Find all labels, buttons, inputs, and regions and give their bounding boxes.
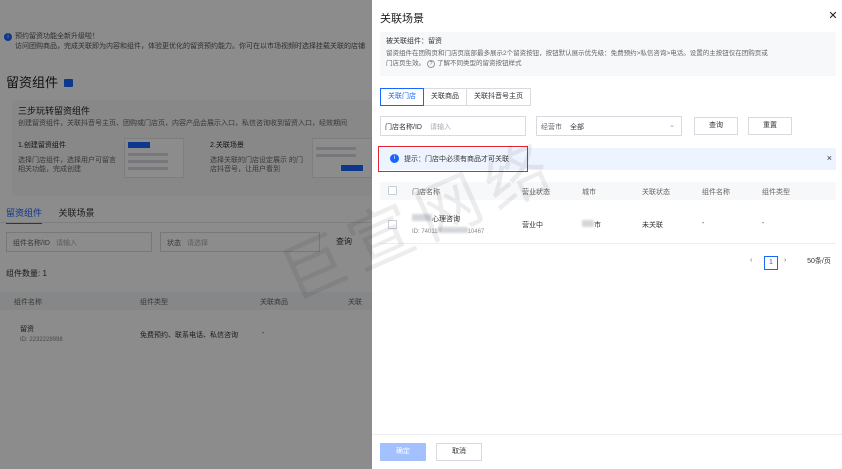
next-page-icon[interactable]: › [784, 257, 786, 264]
store-name: 心理咨询 [412, 214, 460, 224]
city-cell: 市 [582, 220, 601, 230]
info-icon: i [390, 154, 399, 163]
tab-link-goods[interactable]: 关联商品 [423, 88, 467, 106]
store-table-header: 门店名称 营业状态 城市 关联状态 组件名称 组件类型 [380, 182, 836, 200]
modal-overlay[interactable] [0, 0, 372, 469]
tab-link-store[interactable]: 关联门店 [380, 88, 424, 106]
help-icon[interactable]: ? [427, 60, 435, 68]
store-search-input[interactable]: 门店名称/ID 请输入 [380, 116, 526, 136]
business-status: 营业中 [522, 222, 543, 229]
drawer-title: 关联场景 [380, 13, 424, 25]
component-name-cell: - [702, 220, 705, 227]
component-type-cell: - [762, 220, 765, 227]
tip-text: 提示：门店中必须有商品才可关联 [404, 156, 509, 163]
table-row: 心理咨询 ID: 74011 10467 营业中 市 未关联 - - [380, 204, 836, 244]
city-select[interactable]: 经营市 全部 ⌄ [536, 116, 682, 136]
chevron-down-icon: ⌄ [669, 122, 675, 129]
tip-alert: i 提示：门店中必须有商品才可关联 × [378, 146, 836, 172]
component-info-box: 被关联组件：留资 留资组件在团购页和门店页底部最多展示2个留资按钮，按钮默认展示… [380, 32, 836, 76]
prev-page-icon[interactable]: ‹ [750, 257, 752, 264]
select-all-checkbox[interactable] [388, 186, 397, 195]
button-style-link[interactable]: 了解不同类型的留资按钮样式 [437, 60, 522, 67]
page-size-select[interactable]: 50条/页 [800, 256, 838, 270]
tab-link-douyin-home[interactable]: 关联抖音号主页 [466, 88, 531, 106]
page-number[interactable]: 1 [764, 256, 778, 270]
drawer-footer: 确定 取消 [372, 434, 842, 469]
link-scene-drawer: 关联场景 ✕ 被关联组件：留资 留资组件在团购页和门店页底部最多展示2个留资按钮… [372, 0, 842, 469]
confirm-button[interactable]: 确定 [380, 443, 426, 461]
link-status: 未关联 [642, 222, 663, 229]
alert-close-icon[interactable]: × [827, 153, 832, 163]
row-checkbox[interactable] [388, 220, 397, 229]
scene-tabs: 关联门店 关联商品 关联抖音号主页 [380, 88, 531, 106]
reset-button[interactable]: 重置 [748, 117, 792, 135]
query-button[interactable]: 查询 [694, 117, 738, 135]
close-icon[interactable]: ✕ [826, 9, 840, 23]
cancel-button[interactable]: 取消 [436, 443, 482, 461]
store-id: ID: 74011 10467 [412, 227, 485, 235]
